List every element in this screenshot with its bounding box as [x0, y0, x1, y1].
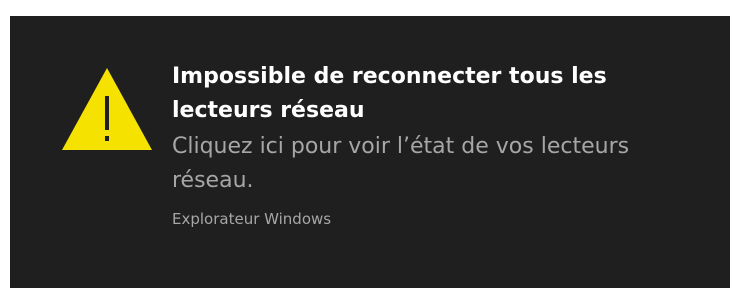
- warning-icon: [62, 68, 152, 150]
- notification-toast[interactable]: Impossible de reconnecter tous les lecte…: [10, 16, 730, 288]
- notification-content: Impossible de reconnecter tous les lecte…: [172, 60, 712, 230]
- notification-title: Impossible de reconnecter tous les lecte…: [172, 64, 607, 123]
- notification-source: Explorateur Windows: [172, 210, 332, 228]
- notification-body: Cliquez ici pour voir l’état de vos lect…: [172, 134, 630, 193]
